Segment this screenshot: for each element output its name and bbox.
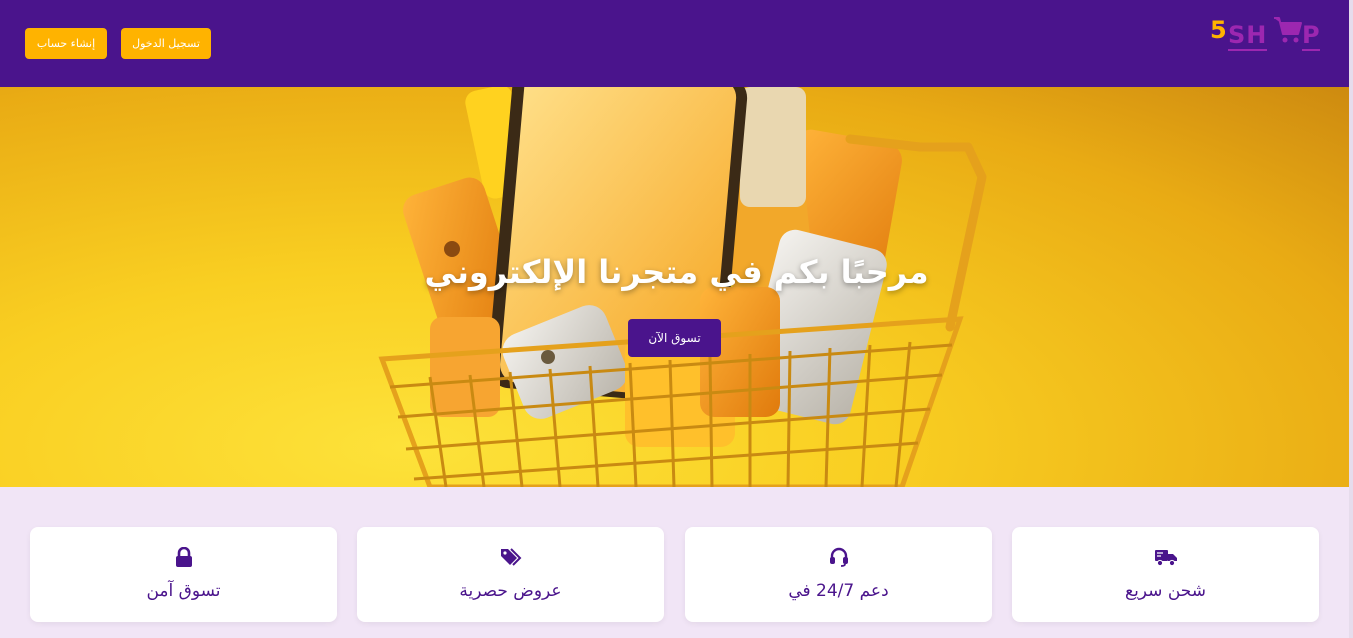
headset-icon	[829, 547, 848, 567]
signup-button[interactable]: إنشاء حساب	[25, 28, 107, 59]
shopping-cart-icon	[1274, 17, 1302, 43]
feature-label: عروض حصرية	[459, 581, 562, 601]
logo-number: 5	[1210, 16, 1227, 44]
feature-card-fast-shipping: شحن سريع	[1012, 527, 1319, 622]
truck-icon	[1154, 550, 1177, 567]
shop-now-button[interactable]: تسوق الآن	[628, 319, 721, 357]
logo-text-part-2: P	[1302, 21, 1320, 51]
tags-icon	[500, 548, 521, 566]
hero-banner: مرحبًا بكم في متجرنا الإلكتروني تسوق الآ…	[0, 87, 1353, 487]
login-button[interactable]: تسجيل الدخول	[121, 28, 211, 59]
logo-text-part-1: SH	[1228, 21, 1268, 51]
feature-label: تسوق آمن	[146, 581, 221, 601]
feature-card-secure-shopping: تسوق آمن	[30, 527, 337, 622]
header: إنشاء حساب تسجيل الدخول 5 SH P	[0, 0, 1353, 87]
hero-title: مرحبًا بكم في متجرنا الإلكتروني	[424, 253, 929, 291]
feature-card-support: دعم 24/7 في	[685, 527, 992, 622]
logo[interactable]: 5 SH P	[1208, 14, 1323, 54]
scrollbar[interactable]	[1349, 0, 1353, 638]
feature-label: دعم 24/7 في	[788, 581, 889, 601]
lock-icon	[175, 547, 192, 567]
feature-card-exclusive-offers: عروض حصرية	[357, 527, 664, 622]
feature-label: شحن سريع	[1125, 581, 1206, 601]
